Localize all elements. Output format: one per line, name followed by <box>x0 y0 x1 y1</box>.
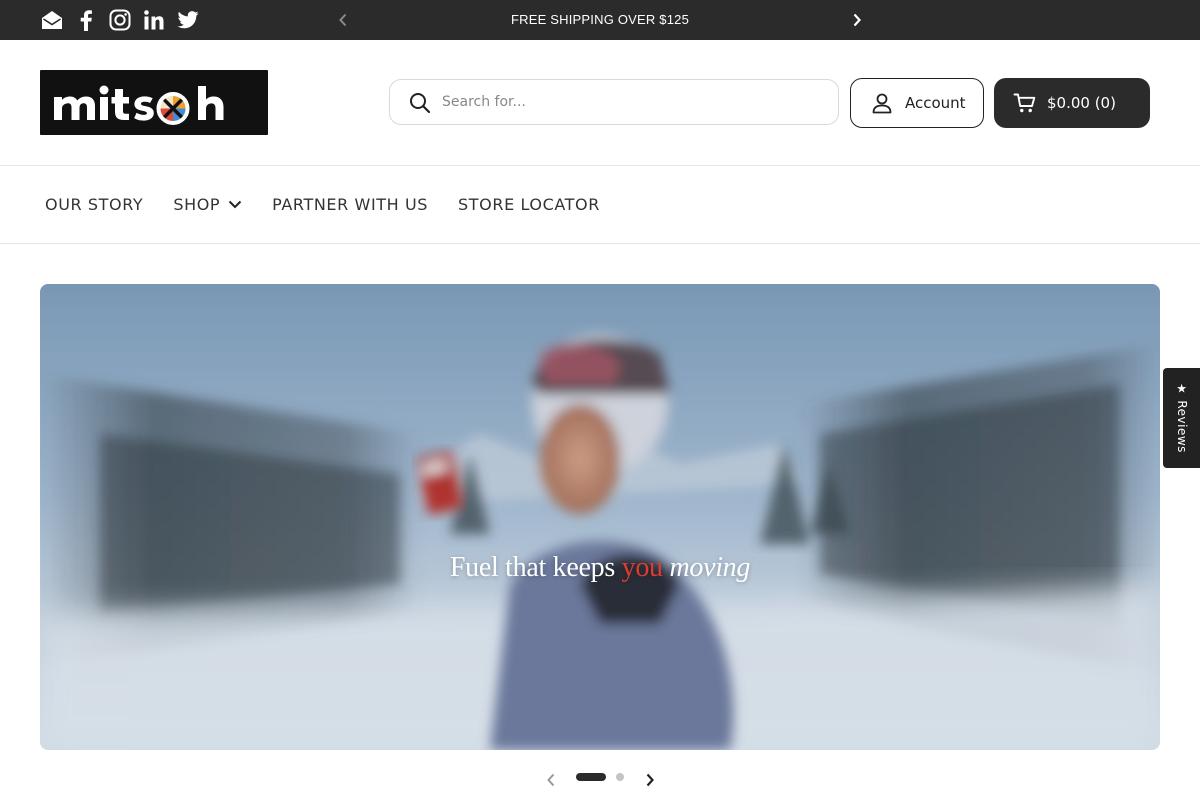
reviews-tab-label: Reviews <box>1174 400 1189 453</box>
nav-item-store-locator[interactable]: STORE LOCATOR <box>458 195 600 214</box>
cart-icon <box>1013 91 1037 115</box>
hero-image <box>40 284 1160 750</box>
hero-headline-main: Fuel that keeps <box>449 552 615 583</box>
slider-dot-active[interactable] <box>576 773 606 781</box>
account-label: Account <box>905 94 966 112</box>
reviews-tab[interactable]: ★ Reviews <box>1163 368 1200 468</box>
user-icon <box>871 92 893 114</box>
nav-item-label: SHOP <box>173 194 221 214</box>
account-button[interactable]: Account <box>850 78 984 128</box>
nav-item-label: STORE LOCATOR <box>458 194 600 214</box>
hero-headline-accent: you <box>621 552 663 583</box>
social-links <box>40 8 200 32</box>
search-icon[interactable] <box>408 91 432 115</box>
hero-headline-italic: moving <box>669 552 751 583</box>
star-icon: ★ <box>1175 381 1188 396</box>
nav-divider <box>0 243 1200 244</box>
nav-item-partner-with-us[interactable]: PARTNER WITH US <box>272 195 428 214</box>
nav-item-label: PARTNER WITH US <box>272 194 429 214</box>
chevron-left-icon <box>339 13 347 27</box>
chevron-down-icon <box>228 197 242 211</box>
chevron-right-icon <box>646 773 654 787</box>
announcement-prev-button[interactable] <box>331 8 355 32</box>
email-icon[interactable] <box>40 8 64 32</box>
announcement-next-button[interactable] <box>845 8 869 32</box>
hero-slide[interactable]: Fuel that keeps you moving <box>40 284 1160 750</box>
linkedin-icon[interactable] <box>142 8 166 32</box>
search-bar[interactable] <box>389 79 839 125</box>
twitter-icon[interactable] <box>176 8 200 32</box>
slider-next-button[interactable] <box>638 768 662 792</box>
chevron-left-icon <box>547 773 555 787</box>
slider-dot[interactable] <box>616 773 624 781</box>
site-logo[interactable] <box>40 70 268 135</box>
nav-item-our-story[interactable]: OUR STORY <box>45 195 143 214</box>
instagram-icon[interactable] <box>108 8 132 32</box>
slider-prev-button[interactable] <box>539 768 563 792</box>
announcement-text: FREE SHIPPING OVER $125 <box>511 12 689 27</box>
header-divider <box>0 165 1200 166</box>
cart-total-label: $0.00 (0) <box>1047 94 1116 112</box>
chevron-right-icon <box>853 13 861 27</box>
announcement-bar: FREE SHIPPING OVER $125 <box>0 0 1200 40</box>
nav-item-shop[interactable]: SHOP <box>173 195 242 214</box>
hero-headline: Fuel that keeps you moving <box>40 552 1160 584</box>
cart-button[interactable]: $0.00 (0) <box>994 78 1150 128</box>
search-input[interactable] <box>442 88 822 116</box>
main-nav: OUR STORY SHOP PARTNER WITH US STORE LOC… <box>45 190 630 218</box>
facebook-icon[interactable] <box>74 8 98 32</box>
nav-item-label: OUR STORY <box>45 194 144 214</box>
